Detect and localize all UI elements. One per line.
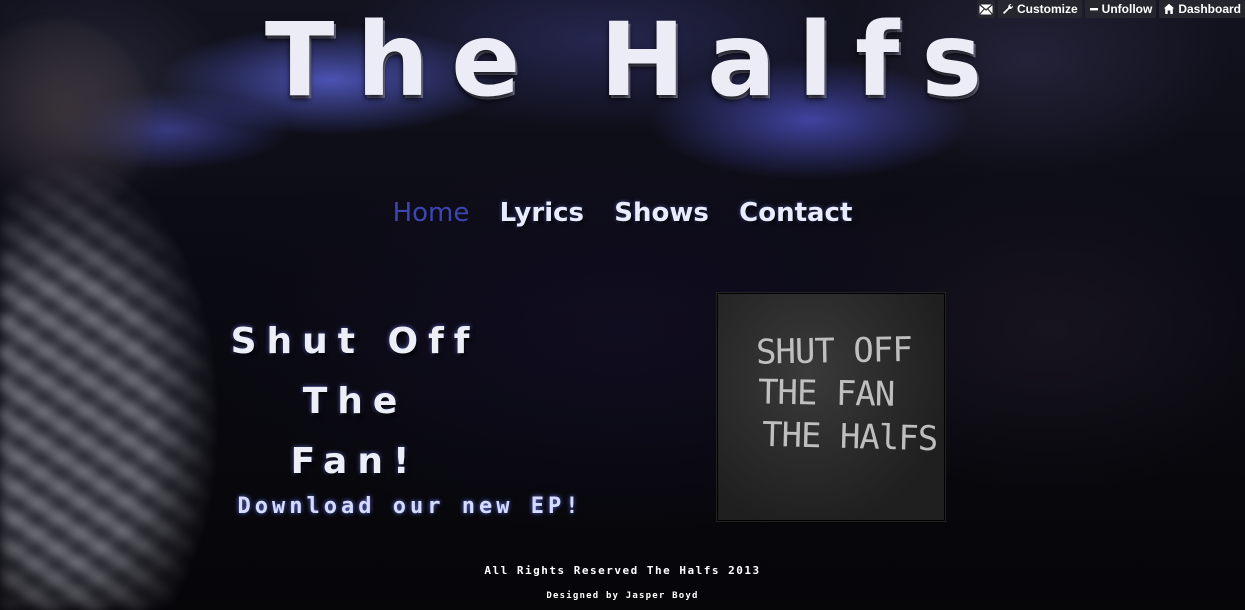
site-title[interactable]: The Halfs bbox=[12, 10, 1245, 112]
main-nav: Home Lyrics Shows Contact bbox=[0, 198, 1245, 228]
ep-cover-image[interactable]: SHUT OFF THE FAN THE HAlFS bbox=[717, 293, 945, 521]
footer-credit: Designed by Jasper Boyd bbox=[546, 591, 699, 601]
cover-line-2: THE FAN bbox=[757, 372, 895, 415]
nav-item-lyrics[interactable]: Lyrics bbox=[500, 198, 584, 228]
cover-line-1: SHUT OFF bbox=[755, 329, 913, 373]
footer-rights: All Rights Reserved The Halfs 2013 bbox=[484, 564, 761, 577]
ep-cover-text: SHUT OFF THE FAN THE HAlFS bbox=[718, 330, 944, 459]
nav-item-shows[interactable]: Shows bbox=[614, 198, 709, 228]
feature-title: Shut Off The Fan! bbox=[200, 312, 510, 492]
feature-title-line2: Fan! bbox=[290, 441, 420, 482]
download-ep-link[interactable]: Download our new EP! bbox=[200, 494, 620, 519]
cover-line-3: THE HAlFS bbox=[761, 414, 938, 460]
nav-item-contact[interactable]: Contact bbox=[739, 198, 852, 228]
feature-title-line1: Shut Off The bbox=[230, 321, 480, 422]
nav-item-home[interactable]: Home bbox=[393, 198, 470, 228]
